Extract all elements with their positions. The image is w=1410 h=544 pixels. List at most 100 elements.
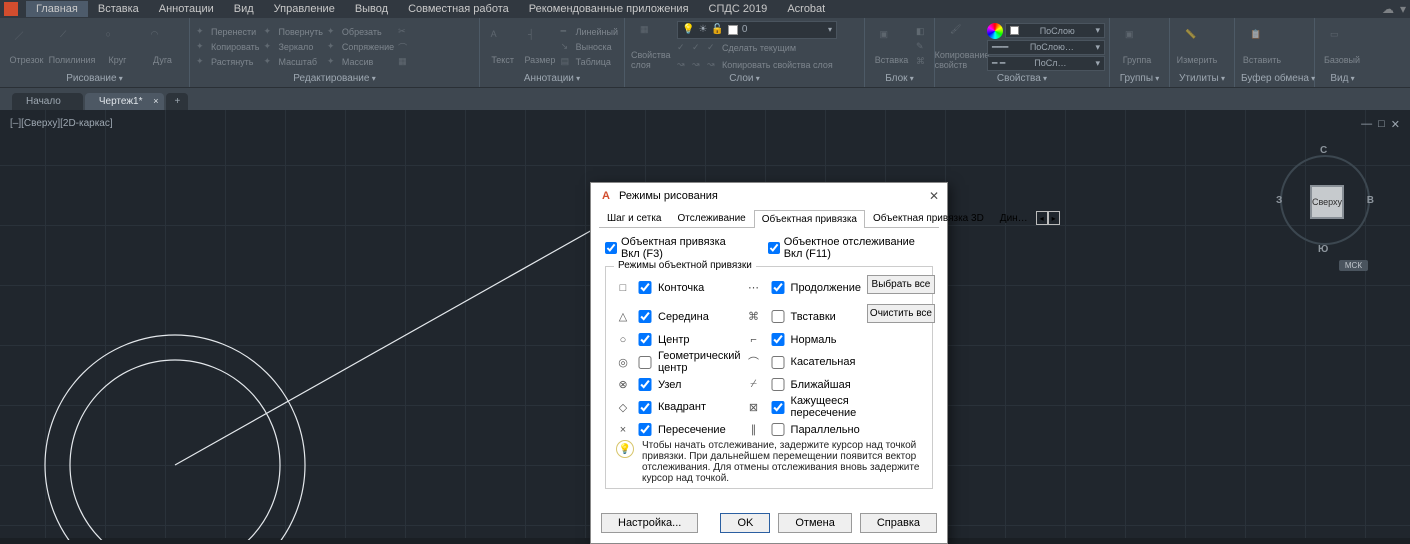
- select-all-button[interactable]: Выбрать все: [867, 275, 935, 294]
- ribbon-group-utilities[interactable]: Утилиты: [1176, 73, 1228, 85]
- osnap-cb-Ближайшая[interactable]: [771, 378, 785, 391]
- tab-scroll-left[interactable]: ◂: [1036, 211, 1048, 225]
- modify-Обрезать[interactable]: ✦Обрезать: [327, 24, 394, 39]
- drafting-settings-dialog: A Режимы рисования ✕ Шаг и сеткаОтслежив…: [590, 182, 948, 544]
- osnap-cb-Геометрический центр[interactable]: [638, 356, 652, 369]
- osnap-cb-Узел[interactable]: [638, 378, 652, 391]
- osnap-cb-Касательная[interactable]: [771, 356, 785, 369]
- measure-tool[interactable]: 📏Измерить: [1176, 29, 1218, 65]
- text-tool[interactable]: AТекст: [486, 29, 519, 65]
- match-layer[interactable]: ↝↝↝Копировать свойства слоя: [677, 58, 837, 73]
- modify-Растянуть[interactable]: ✦Растянуть: [196, 54, 259, 69]
- settings-button[interactable]: Настройка...: [601, 513, 698, 533]
- paste-tool[interactable]: 📋Вставить: [1241, 29, 1283, 65]
- osnap-cb-Нормаль[interactable]: [771, 333, 785, 346]
- dialog-tab-3[interactable]: Объектная привязка 3D: [865, 209, 992, 227]
- cancel-button[interactable]: Отмена: [778, 513, 851, 533]
- ribbon-group-groups[interactable]: Группы: [1116, 73, 1163, 85]
- modify-Копировать[interactable]: ✦Копировать: [196, 39, 259, 54]
- menu-вставка[interactable]: Вставка: [88, 1, 149, 17]
- search-icon[interactable]: ☁: [1382, 2, 1394, 16]
- modify-Сопряжение[interactable]: ✦Сопряжение: [327, 39, 394, 54]
- modify-Масштаб[interactable]: ✦Масштаб: [263, 54, 322, 69]
- ribbon-group-draw[interactable]: Рисование: [6, 73, 183, 85]
- otrack-on-checkbox[interactable]: Объектное отслеживание Вкл (F11): [768, 236, 933, 260]
- menu-спдс 2019[interactable]: СПДС 2019: [699, 1, 778, 17]
- osnap-cb-Продолжение[interactable]: [771, 281, 785, 294]
- tab-start[interactable]: Начало: [12, 93, 83, 110]
- modify-Массив[interactable]: ✦Массив: [327, 54, 394, 69]
- create-block-icon[interactable]: ◧: [916, 26, 928, 38]
- dropdown-icon[interactable]: ▾: [1400, 2, 1406, 16]
- make-current[interactable]: ✓✓✓Сделать текущим: [677, 41, 837, 56]
- layer-properties[interactable]: ▦Свойства слоя: [631, 24, 673, 70]
- block-insert[interactable]: ▣Вставка: [871, 29, 912, 65]
- menu-совместная работа[interactable]: Совместная работа: [398, 1, 519, 17]
- ribbon-group-block[interactable]: Блок: [871, 73, 928, 85]
- ribbon-group-view[interactable]: Вид: [1321, 73, 1364, 85]
- color-picker-icon[interactable]: [987, 23, 1003, 39]
- osnap-cb-Конточка[interactable]: [638, 281, 652, 294]
- menu-главная[interactable]: Главная: [26, 1, 88, 17]
- osnap-cb-Пересечение[interactable]: [638, 423, 652, 436]
- ok-button[interactable]: OK: [720, 513, 770, 533]
- modify-Зеркало[interactable]: ✦Зеркало: [263, 39, 322, 54]
- draw-Отрезок[interactable]: ／Отрезок: [6, 29, 47, 65]
- base-view-tool[interactable]: ▭Базовый: [1321, 29, 1363, 65]
- menu-аннотации[interactable]: Аннотации: [149, 1, 224, 17]
- modify-Повернуть[interactable]: ✦Повернуть: [263, 24, 322, 39]
- dialog-tab-4[interactable]: Дин…: [992, 209, 1036, 227]
- dimension-tool[interactable]: ┤Размер: [523, 29, 556, 65]
- edit-attr-icon[interactable]: ⌘: [916, 56, 928, 68]
- dialog-tab-0[interactable]: Шаг и сетка: [599, 209, 669, 227]
- osnap-cb-Центр[interactable]: [638, 333, 652, 346]
- tab-drawing[interactable]: Чертеж1*×: [85, 93, 165, 110]
- tab-add[interactable]: +: [166, 93, 188, 110]
- dialog-tab-2[interactable]: Объектная привязка: [754, 210, 865, 228]
- ribbon-group-properties[interactable]: Свойства: [941, 73, 1103, 85]
- ribbon-group-annotate[interactable]: Аннотации: [486, 73, 618, 85]
- draw-Полилиния[interactable]: ⟋Полилиния: [51, 29, 93, 65]
- close-dialog-icon[interactable]: ✕: [929, 189, 939, 203]
- lineweight-combo[interactable]: ━━━ПоСлою…▾: [987, 40, 1105, 55]
- osnap-label: Нормаль: [791, 334, 861, 346]
- osnap-cb-Параллельно[interactable]: [771, 423, 785, 436]
- dialog-tab-1[interactable]: Отслеживание: [669, 209, 753, 227]
- menubar: ГлавнаяВставкаАннотацииВидУправлениеВыво…: [0, 0, 1410, 18]
- osnap-cb-Кажущееся пересечение[interactable]: [771, 401, 785, 414]
- help-text: Чтобы начать отслеживание, задержите кур…: [642, 440, 922, 484]
- osnap-cb-Твставки[interactable]: [771, 310, 785, 323]
- draw-Дуга[interactable]: ◠Дуга: [142, 29, 183, 65]
- array-icon[interactable]: ▦: [398, 56, 410, 68]
- match-properties[interactable]: 🖌Копирование свойств: [941, 24, 983, 70]
- linear-dim[interactable]: ━Линейный: [561, 24, 618, 39]
- osnap-on-checkbox[interactable]: Объектная привязка Вкл (F3): [605, 236, 744, 260]
- layer-combo[interactable]: 💡 ☀ 🔓 0 ▾: [677, 21, 837, 39]
- ribbon-group-layers[interactable]: Слои: [631, 73, 858, 85]
- menu-управление[interactable]: Управление: [264, 1, 345, 17]
- color-combo[interactable]: ПоСлою▾: [1005, 23, 1105, 38]
- clear-all-button[interactable]: Очистить все: [867, 304, 935, 323]
- ribbon-group-clipboard[interactable]: Буфер обмена: [1241, 73, 1308, 85]
- doc-tabs: Начало Чертеж1*× +: [0, 88, 1410, 110]
- close-icon[interactable]: ×: [153, 96, 158, 106]
- group-tool[interactable]: ▣Группа: [1116, 29, 1158, 65]
- fillet-icon[interactable]: ⌒: [398, 41, 410, 53]
- draw-Круг[interactable]: ○Круг: [97, 29, 138, 65]
- edit-block-icon[interactable]: ✎: [916, 41, 928, 53]
- menu-вид[interactable]: Вид: [224, 1, 264, 17]
- ribbon-group-modify[interactable]: Редактирование: [196, 73, 473, 85]
- menu-acrobat[interactable]: Acrobat: [777, 1, 835, 17]
- modify-Перенести[interactable]: ✦Перенести: [196, 24, 259, 39]
- trim-icon[interactable]: ✂: [398, 26, 410, 38]
- osnap-cb-Квадрант[interactable]: [638, 401, 652, 414]
- linetype-combo[interactable]: ━ ━ПоСл…▾: [987, 56, 1105, 71]
- menu-рекомендованные приложения[interactable]: Рекомендованные приложения: [519, 1, 699, 17]
- menu-вывод[interactable]: Вывод: [345, 1, 398, 17]
- app-icon[interactable]: [4, 2, 18, 16]
- help-button[interactable]: Справка: [860, 513, 937, 533]
- osnap-cb-Середина[interactable]: [638, 310, 652, 323]
- table[interactable]: ▤Таблица: [561, 54, 618, 69]
- tab-scroll-right[interactable]: ▸: [1048, 211, 1060, 225]
- leader[interactable]: ↘Выноска: [561, 39, 618, 54]
